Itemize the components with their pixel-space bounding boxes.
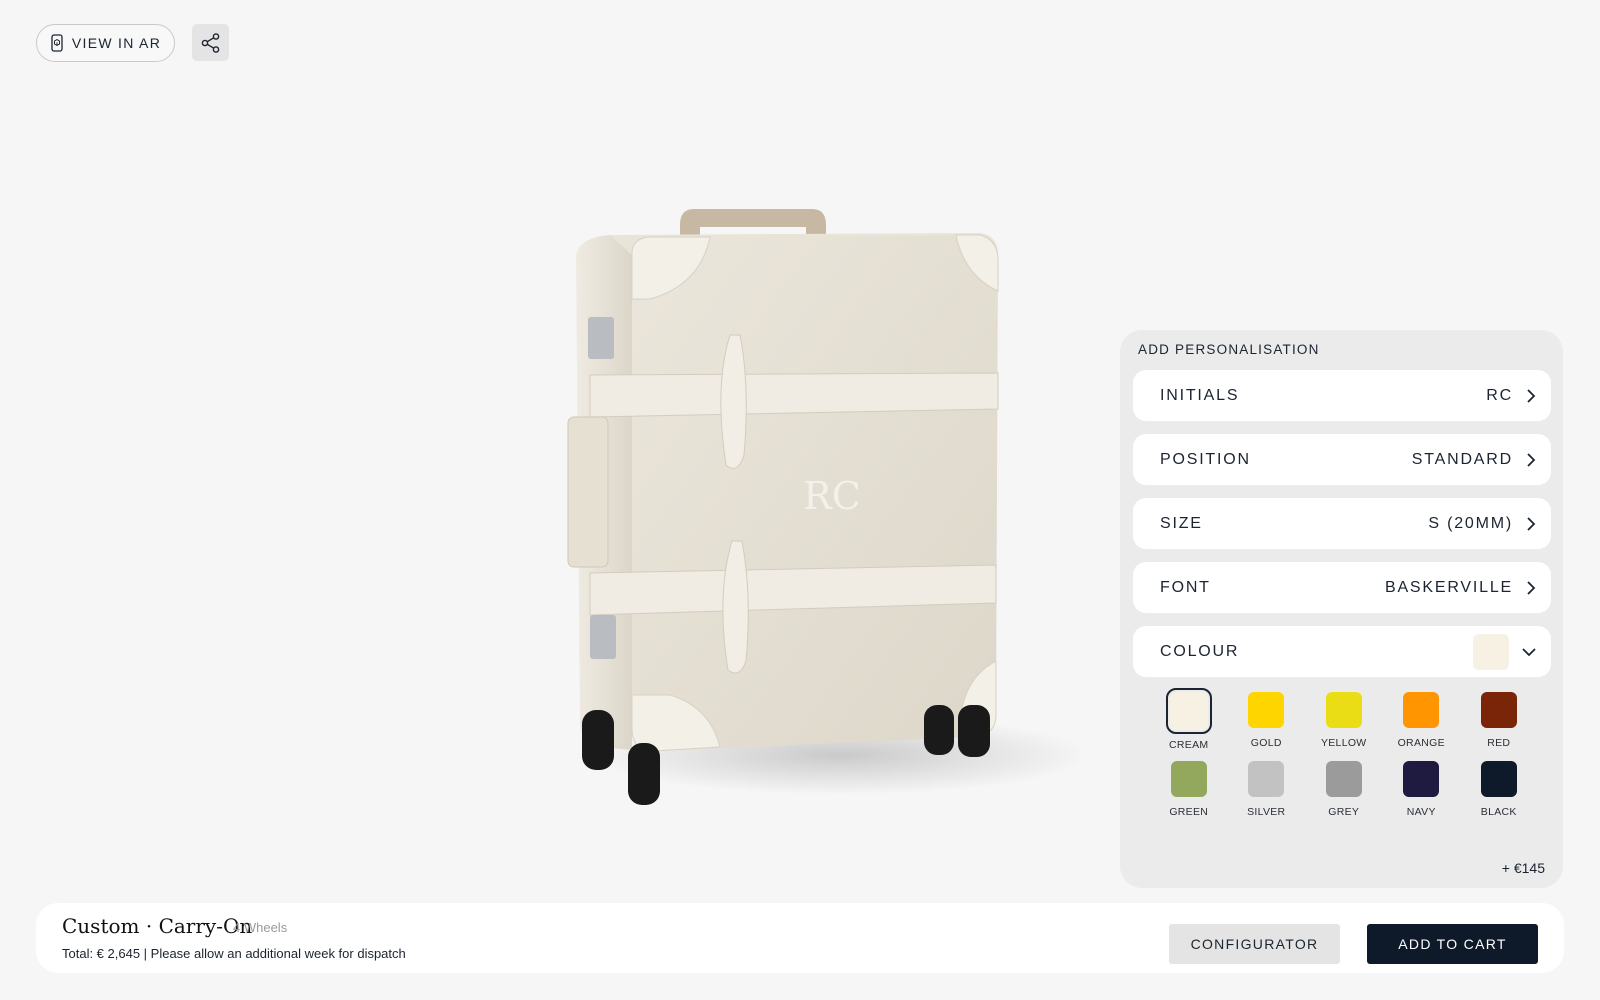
colour-option-navy[interactable]: NAVY [1383,761,1461,818]
colour-swatch-label: GREEN [1169,806,1209,818]
share-button[interactable] [192,24,229,61]
font-label: FONT [1160,578,1211,596]
product-total: Total: € 2,645 | Please allow an additio… [62,946,406,961]
initials-value: RC [1486,386,1513,404]
colour-swatch-label: GOLD [1250,737,1282,749]
colour-swatch-label: GREY [1328,806,1360,818]
monogram-text: RC [803,474,861,518]
colour-label: COLOUR [1160,642,1240,660]
colour-swatch[interactable] [1403,761,1440,797]
view-in-ar-label: VIEW IN AR [71,35,162,51]
suitcase-image: RC [567,209,1090,805]
colour-swatch-label: BLACK [1480,806,1517,818]
add-to-cart-button[interactable]: ADD TO CART [1367,924,1538,964]
initials-row[interactable]: INITIALS RC [1133,370,1551,421]
colour-option-black[interactable]: BLACK [1460,761,1538,818]
colour-option-silver[interactable]: SILVER [1228,761,1306,818]
colour-swatch[interactable] [1248,761,1285,797]
colour-swatch[interactable] [1403,692,1440,728]
colour-swatch-label: YELLOW [1320,737,1367,749]
panel-title: ADD PERSONALISATION [1138,342,1320,357]
colour-option-green[interactable]: GREEN [1150,761,1228,818]
colour-swatch-label: CREAM [1169,739,1209,751]
colour-option-red[interactable]: RED [1460,692,1538,751]
colour-swatch[interactable] [1170,761,1207,797]
font-value: BASKERVILLE [1384,578,1513,596]
colour-swatch[interactable] [1480,761,1517,797]
size-value: S (20MM) [1428,514,1513,532]
selected-colour-preview [1473,633,1509,670]
colour-swatch[interactable] [1325,692,1362,728]
personalisation-price: + €145 [1501,860,1545,876]
chevron-right-icon [1527,516,1536,531]
size-row[interactable]: SIZE S (20MM) [1133,498,1551,549]
colour-swatch-label: SILVER [1247,806,1286,818]
view-in-ar-button[interactable]: VIEW IN AR [36,24,175,62]
colour-option-cream[interactable]: CREAM [1150,688,1228,751]
product-variant: 4 Wheels [233,920,288,935]
colour-swatch-grid: CREAM GOLD YELLOW ORANGE RED GREEN SILVER GREY N… [1150,688,1550,818]
colour-swatch[interactable] [1165,688,1212,734]
configurator-button[interactable]: CONFIGURATOR [1169,924,1340,964]
colour-swatch-label: ORANGE [1397,737,1445,749]
colour-option-gold[interactable]: GOLD [1228,692,1306,751]
colour-swatch[interactable] [1325,761,1362,797]
size-label: SIZE [1160,514,1203,532]
initials-label: INITIALS [1160,386,1240,404]
share-icon [201,32,219,53]
personalisation-panel: ADD PERSONALISATION INITIALS RC POSITION… [1120,330,1563,888]
chevron-right-icon [1527,452,1536,467]
colour-option-orange[interactable]: ORANGE [1383,692,1461,751]
chevron-right-icon [1527,580,1536,595]
product-summary-bar: Custom · Carry-On 4 Wheels Total: € 2,64… [36,903,1564,973]
colour-swatch[interactable] [1480,692,1517,728]
position-value: STANDARD [1411,450,1513,468]
product-title: Custom · Carry-On [62,914,253,938]
position-row[interactable]: POSITION STANDARD [1133,434,1551,485]
colour-option-grey[interactable]: GREY [1305,761,1383,818]
font-row[interactable]: FONT BASKERVILLE [1133,562,1551,613]
colour-swatch-label: RED [1487,737,1511,749]
position-label: POSITION [1160,450,1251,468]
colour-swatch-label: NAVY [1406,806,1436,818]
colour-option-yellow[interactable]: YELLOW [1305,692,1383,751]
product-3d-view[interactable]: RC [560,195,1090,835]
colour-swatch[interactable] [1248,692,1285,728]
ar-phone-icon [51,34,63,52]
chevron-right-icon [1527,388,1536,403]
chevron-down-icon [1522,647,1536,656]
colour-row[interactable]: COLOUR [1133,626,1551,677]
